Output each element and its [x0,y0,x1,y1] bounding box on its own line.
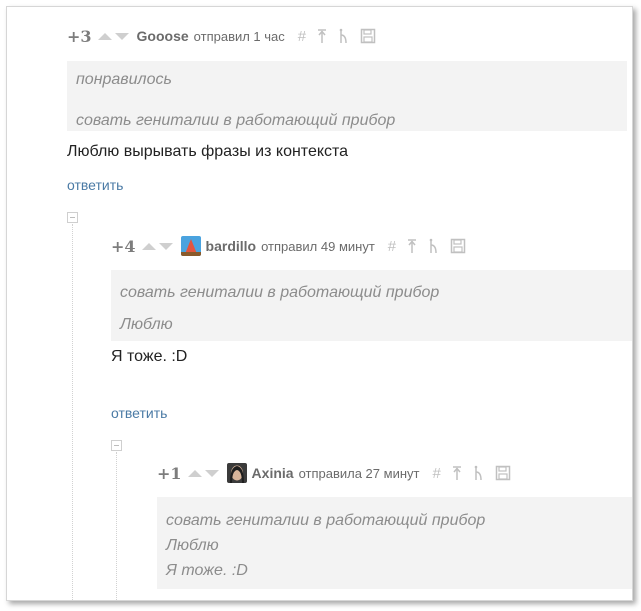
hash-icon[interactable]: # [298,28,306,45]
save-icon[interactable] [495,465,511,481]
comment-author[interactable]: Axinia [252,465,294,481]
collapse-toggle-icon[interactable] [67,212,78,223]
reply-link[interactable]: ответить [67,177,123,193]
arrow-up-icon[interactable] [317,28,327,44]
vote-up-icon[interactable] [187,469,202,477]
thread-line [72,224,73,600]
comment-rating: +1 [157,463,182,483]
comment-gooose: +3 Gooose отправил 1 час # понравилось с… [67,25,627,131]
comment-quote: совать гениталии в работающий прибор Люб… [157,497,632,589]
reply-link[interactable]: ответить [111,405,167,421]
quote-line: совать гениталии в работающий прибор [166,512,486,529]
comment-rating: +4 [111,236,136,256]
hash-icon[interactable]: # [388,238,396,255]
arrow-up-icon[interactable] [407,238,417,254]
vote-down-icon[interactable] [114,32,129,40]
comment-text: Люблю вырывать фразы из контекста [67,143,349,160]
comment-quote: совать гениталии в работающий прибор Люб… [111,270,632,341]
hash-icon[interactable]: # [432,465,440,482]
comment-rating: +3 [67,26,92,46]
quote-line: Люблю [120,316,173,333]
comment-quote: понравилось совать гениталии в работающи… [67,61,627,131]
save-icon[interactable] [450,238,466,254]
quote-line: понравилось [76,71,172,88]
comment-header: +4 bardillo отправил 49 минут # [111,235,626,257]
comment-time: отправил 1 час [193,28,285,44]
vote-down-icon[interactable] [158,242,173,250]
avatar[interactable] [226,463,247,483]
quote-line: совать гениталии в работающий прибор [120,284,440,301]
comment-author[interactable]: Gooose [137,28,189,44]
branch-icon[interactable] [473,465,484,481]
comment-time: отправил 49 минут [261,238,375,254]
thread-line [116,452,117,600]
quote-line: Люблю [166,537,219,554]
comment-bardillo: +4 bardillo отправил 49 минут # совать г… [111,235,632,341]
comment-axinia: +1 Axinia отправила 27 минут # совать ге… [157,462,632,589]
vote-up-icon[interactable] [141,242,156,250]
branch-icon[interactable] [428,238,439,254]
comment-author[interactable]: bardillo [206,238,257,254]
comment-text: Я тоже. :D [111,348,188,365]
avatar[interactable] [180,236,201,256]
comment-header: +1 Axinia отправила 27 минут # [157,462,627,484]
save-icon[interactable] [360,28,376,44]
quote-line: Я тоже. :D [166,562,248,579]
comments-panel: +3 Gooose отправил 1 час # понравилось с… [6,6,633,601]
comment-time: отправила 27 минут [298,465,420,481]
collapse-toggle-icon[interactable] [111,440,122,451]
vote-up-icon[interactable] [97,32,112,40]
arrow-up-icon[interactable] [452,465,462,481]
comment-header: +3 Gooose отправил 1 час # [67,25,627,47]
vote-down-icon[interactable] [204,469,219,477]
quote-line: совать гениталии в работающий прибор [76,112,396,129]
branch-icon[interactable] [338,28,349,44]
